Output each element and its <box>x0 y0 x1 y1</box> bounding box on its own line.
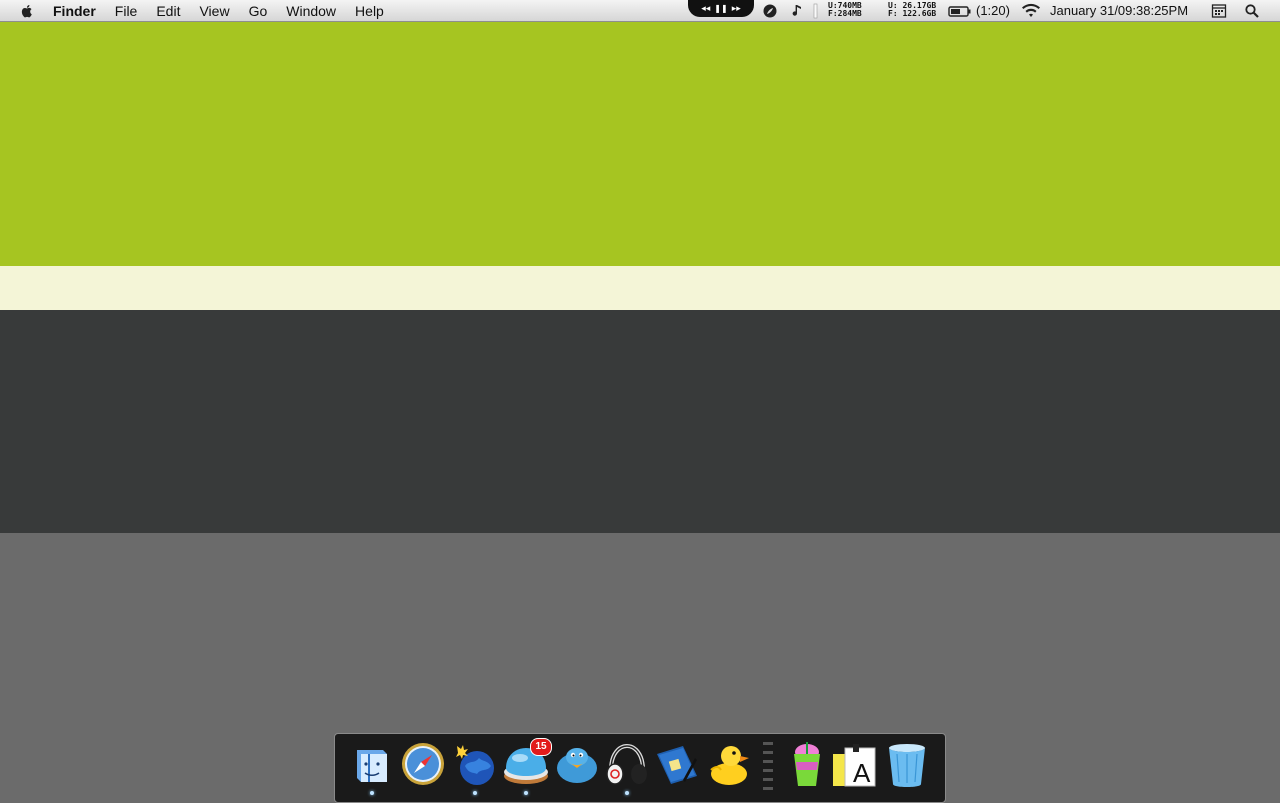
calendar-icon[interactable] <box>1211 3 1227 19</box>
slushie-cup-icon[interactable] <box>783 740 831 788</box>
mail-unread-badge: 15 <box>530 738 552 756</box>
duck-icon[interactable] <box>703 740 751 788</box>
memory-free-value: 284MB <box>837 9 862 18</box>
wallpaper-band-green <box>0 22 1280 266</box>
menu-window[interactable]: Window <box>286 3 336 19</box>
apple-menu-icon[interactable] <box>19 3 35 19</box>
disk-free-value: 122.6GB <box>902 9 937 18</box>
wallpaper-band-cream <box>0 266 1280 310</box>
previous-track-button[interactable]: ◂◂ <box>701 3 710 14</box>
notebook-icon[interactable] <box>653 740 701 788</box>
menu-go[interactable]: Go <box>249 3 268 19</box>
next-track-button[interactable]: ▸▸ <box>732 3 741 14</box>
font-book-icon[interactable]: A <box>831 740 879 788</box>
wallpaper-band-dark <box>0 310 1280 533</box>
music-note-icon[interactable] <box>788 3 804 19</box>
volume-slider-icon[interactable] <box>808 3 824 19</box>
spotlight-search-icon[interactable] <box>1244 3 1260 19</box>
safari-icon[interactable] <box>399 740 447 788</box>
globe-bomb-icon[interactable] <box>451 740 499 788</box>
headphones-icon[interactable] <box>603 740 651 788</box>
memory-monitor[interactable]: U:740MB F:284MB <box>828 2 862 18</box>
media-controls: ◂◂ ❚❚ ▸▸ <box>688 0 754 17</box>
menu-file[interactable]: File <box>115 3 138 19</box>
battery-time: (1:20) <box>976 3 1010 18</box>
menubar-clock[interactable]: January 31/09:38:25PM <box>1050 3 1188 18</box>
camino-running-indicator <box>473 791 477 795</box>
menu-edit[interactable]: Edit <box>156 3 180 19</box>
finder-running-indicator <box>370 791 374 795</box>
finder-icon[interactable] <box>347 740 395 788</box>
menu-help[interactable]: Help <box>355 3 384 19</box>
headphones-running-indicator <box>625 791 629 795</box>
memory-free-label: F: <box>828 9 838 18</box>
trash-icon[interactable] <box>883 740 931 788</box>
svg-text:A: A <box>853 758 871 788</box>
menu-view[interactable]: View <box>199 3 229 19</box>
mail-dock-item[interactable]: 15 <box>502 738 552 788</box>
dock: 15 A <box>334 733 946 803</box>
menu-app-finder[interactable]: Finder <box>53 3 96 19</box>
bird-icon[interactable] <box>553 740 601 788</box>
mail-running-indicator <box>524 791 528 795</box>
disk-free-label: F: <box>888 9 898 18</box>
battery-icon[interactable] <box>948 3 972 19</box>
leaf-icon[interactable] <box>762 3 778 19</box>
disk-monitor[interactable]: U: 26.17GB F: 122.6GB <box>888 2 936 18</box>
pause-button[interactable]: ❚❚ <box>714 4 727 13</box>
dock-separator <box>763 742 773 794</box>
wifi-icon[interactable] <box>1020 3 1042 19</box>
